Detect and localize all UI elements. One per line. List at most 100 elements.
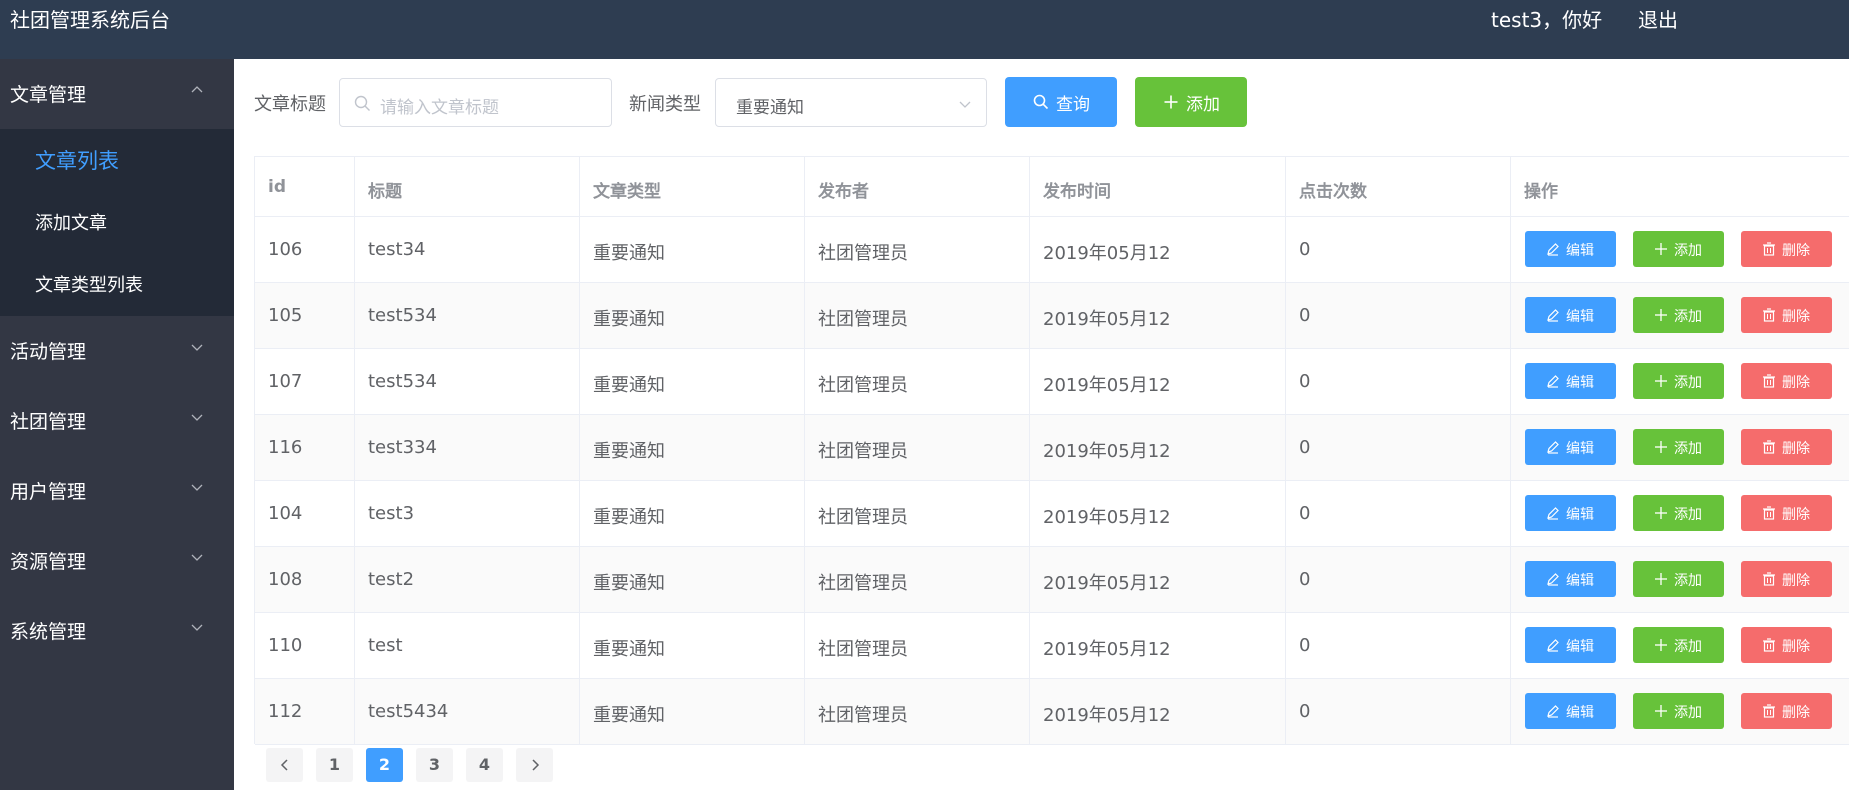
search-icon [1033, 94, 1049, 110]
cell-id: 105 [255, 283, 355, 348]
submenu-article: 文章列表 添加文章 文章类型列表 [0, 129, 234, 316]
delete-icon [1763, 572, 1775, 586]
table-row: 108 test2 重要通知 社团管理员 2019年05月12 0 编辑 添加 删除 [255, 547, 1849, 613]
cell-actions: 编辑 添加 删除 [1511, 283, 1849, 348]
delete-button[interactable]: 删除 [1741, 495, 1832, 531]
menu-group-article[interactable]: 文章管理 [0, 59, 234, 129]
prev-page-button[interactable] [266, 748, 303, 782]
delete-button[interactable]: 删除 [1741, 693, 1832, 729]
sidebar-item-article-list[interactable]: 文章列表 [0, 129, 234, 191]
cell-publisher: 社团管理员 [805, 415, 1030, 480]
cell-title: test534 [355, 283, 580, 348]
column-header: id [255, 157, 355, 216]
title-search-input[interactable]: 请输入文章标题 [339, 78, 612, 127]
row-add-button[interactable]: 添加 [1633, 495, 1724, 531]
next-page-button[interactable] [516, 748, 553, 782]
edit-icon [1547, 243, 1559, 256]
row-add-button[interactable]: 添加 [1633, 627, 1724, 663]
table-row: 112 test5434 重要通知 社团管理员 2019年05月12 0 编辑 添加 删除 [255, 679, 1849, 745]
chevron-up-icon [191, 86, 203, 93]
cell-clicks: 0 [1286, 217, 1511, 282]
query-button-label: 查询 [1056, 95, 1090, 115]
plus-icon [1655, 243, 1667, 255]
plus-icon [1655, 309, 1667, 321]
cell-actions: 编辑 添加 删除 [1511, 547, 1849, 612]
cell-type: 重要通知 [580, 415, 805, 480]
edit-button[interactable]: 编辑 [1525, 495, 1616, 531]
page-4-button[interactable]: 4 [466, 748, 503, 782]
delete-button[interactable]: 删除 [1741, 627, 1832, 663]
edit-button[interactable]: 编辑 [1525, 363, 1616, 399]
cell-type: 重要通知 [580, 481, 805, 546]
menu-group-label: 社团管理 [10, 411, 87, 433]
news-type-select[interactable]: 重要通知 [715, 78, 987, 127]
edit-button[interactable]: 编辑 [1525, 627, 1616, 663]
edit-button[interactable]: 编辑 [1525, 429, 1616, 465]
column-header: 发布者 [805, 157, 1030, 216]
menu-group-user[interactable]: 用户管理 [0, 456, 234, 526]
edit-button[interactable]: 编辑 [1525, 297, 1616, 333]
cell-publisher: 社团管理员 [805, 481, 1030, 546]
chevron-down-icon [191, 624, 203, 631]
cell-clicks: 0 [1286, 415, 1511, 480]
menu-group-system[interactable]: 系统管理 [0, 596, 234, 666]
top-header: 社团管理系统后台 test3，你好 退出 [0, 0, 1849, 59]
chevron-down-icon [191, 344, 203, 351]
delete-button[interactable]: 删除 [1741, 561, 1832, 597]
edit-icon [1547, 375, 1559, 388]
delete-button[interactable]: 删除 [1741, 429, 1832, 465]
column-header: 操作 [1524, 182, 1558, 202]
delete-button[interactable]: 删除 [1741, 297, 1832, 333]
add-button[interactable]: 添加 [1135, 77, 1247, 127]
menu-group-activity[interactable]: 活动管理 [0, 316, 234, 386]
title-filter-label: 文章标题 [254, 94, 326, 115]
cell-type: 重要通知 [580, 217, 805, 282]
search-icon [354, 95, 370, 111]
menu-group-club[interactable]: 社团管理 [0, 386, 234, 456]
column-header: 标题 [355, 157, 580, 216]
delete-button[interactable]: 删除 [1741, 363, 1832, 399]
delete-icon [1763, 704, 1775, 718]
delete-icon [1763, 440, 1775, 454]
logout-link[interactable]: 退出 [1638, 4, 1678, 33]
row-add-button[interactable]: 添加 [1633, 297, 1724, 333]
plus-icon [1655, 507, 1667, 519]
cell-date: 2019年05月12 [1030, 283, 1286, 348]
row-add-button[interactable]: 添加 [1633, 561, 1724, 597]
plus-icon [1164, 95, 1178, 109]
menu-group-label: 文章管理 [10, 84, 87, 106]
delete-button[interactable]: 删除 [1741, 231, 1832, 267]
row-add-button[interactable]: 添加 [1633, 429, 1724, 465]
sidebar-item-add-article[interactable]: 添加文章 [0, 191, 234, 253]
edit-button[interactable]: 编辑 [1525, 231, 1616, 267]
row-add-button[interactable]: 添加 [1633, 693, 1724, 729]
cell-date: 2019年05月12 [1030, 547, 1286, 612]
cell-title: test2 [355, 547, 580, 612]
cell-title: test34 [355, 217, 580, 282]
chevron-down-icon [191, 414, 203, 421]
sidebar-item-label: 添加文章 [35, 213, 107, 234]
cell-actions: 编辑 添加 删除 [1511, 415, 1849, 480]
edit-button[interactable]: 编辑 [1525, 693, 1616, 729]
article-table: id 标题 文章类型 发布者 发布时间 点击次数 操作 106 test34 重要通… [254, 156, 1849, 745]
row-add-button[interactable]: 添加 [1633, 231, 1724, 267]
edit-button[interactable]: 编辑 [1525, 561, 1616, 597]
row-add-button[interactable]: 添加 [1633, 363, 1724, 399]
query-button[interactable]: 查询 [1005, 77, 1117, 127]
page-3-button[interactable]: 3 [416, 748, 453, 782]
cell-id: 106 [255, 217, 355, 282]
sidebar-item-label: 文章列表 [35, 149, 119, 173]
add-button-label: 添加 [1186, 95, 1220, 115]
cell-clicks: 0 [1286, 481, 1511, 546]
delete-icon [1763, 506, 1775, 520]
menu-group-resource[interactable]: 资源管理 [0, 526, 234, 596]
page-1-button[interactable]: 1 [316, 748, 353, 782]
page-2-button[interactable]: 2 [366, 748, 403, 782]
menu-group-label: 系统管理 [10, 621, 87, 643]
cell-publisher: 社团管理员 [805, 679, 1030, 744]
menu-group-label: 用户管理 [10, 481, 87, 503]
table-row: 105 test534 重要通知 社团管理员 2019年05月12 0 编辑 添加 删除 [255, 283, 1849, 349]
sidebar-item-article-types[interactable]: 文章类型列表 [0, 253, 234, 315]
cell-id: 107 [255, 349, 355, 414]
cell-publisher: 社团管理员 [805, 217, 1030, 282]
